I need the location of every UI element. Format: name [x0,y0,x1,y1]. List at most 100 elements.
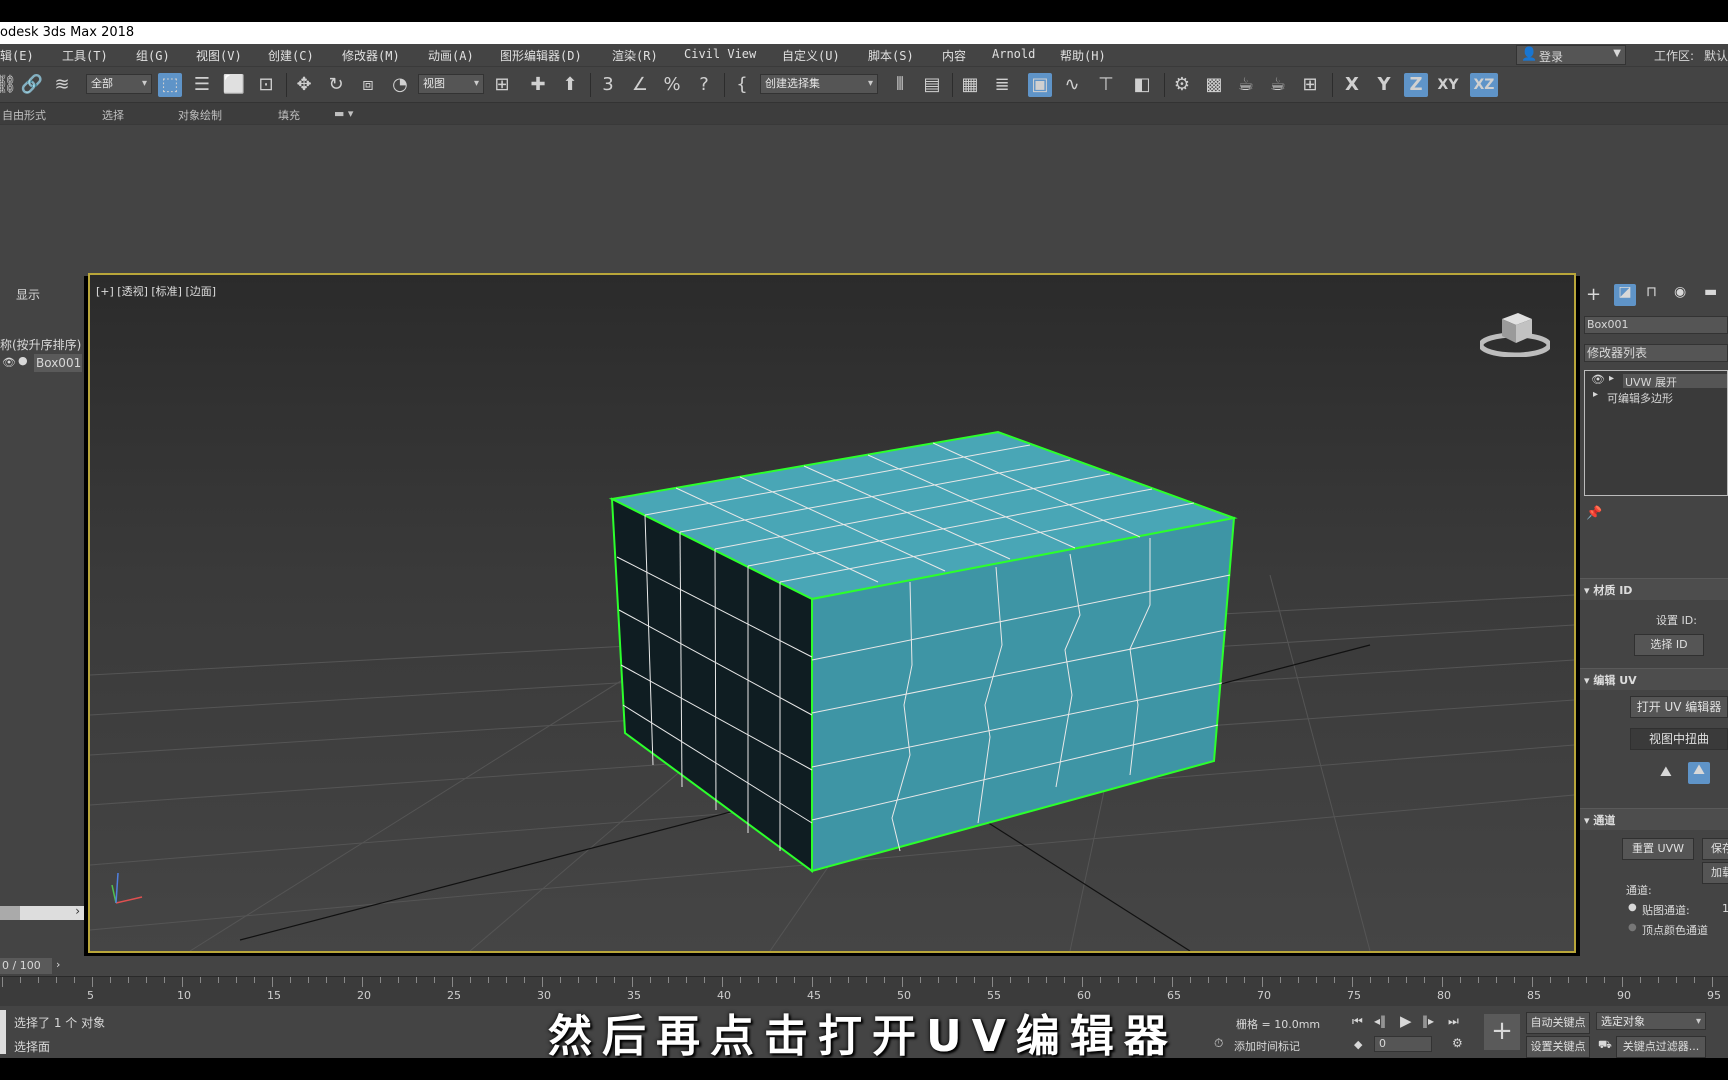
auto-key-button[interactable]: 自动关键点 [1526,1012,1590,1034]
menu-graph-editors[interactable]: 图形编辑器(D) [500,47,582,64]
place-icon[interactable]: ◔ [388,73,412,97]
rectangular-selection-icon[interactable]: ⬜ [222,73,246,97]
rollout-edit-uv[interactable]: ▾ 编辑 UV [1580,668,1728,690]
mirror-icon[interactable]: ⫴ [888,73,912,97]
ribbon-tab-freeform[interactable]: 自由形式 [2,107,46,123]
quick-peel-icon[interactable]: ⛰ [1660,764,1672,780]
chevron-right-icon[interactable]: › [56,958,60,971]
menu-create[interactable]: 创建(C) [268,47,314,64]
window-crossing-icon[interactable]: ⊡ [254,73,278,97]
scene-explorer-icon[interactable]: ▦ [958,73,982,97]
menu-arnold[interactable]: Arnold [992,47,1035,61]
perspective-viewport[interactable]: [+] [透视] [标准] [边面] [88,273,1576,953]
menu-edit[interactable]: 辑(E) [0,47,34,64]
axis-z-button[interactable]: Z [1404,73,1428,97]
quick-planar-map-icon[interactable]: ⛰ [1688,762,1710,784]
scene-explorer-scrollbar[interactable]: › [0,904,84,920]
map-channel-value[interactable]: 1 [1722,902,1728,915]
workspace-value[interactable]: 默认 [1704,47,1728,64]
axis-x-button[interactable]: X [1340,73,1364,97]
key-filter-icon[interactable]: ⛟ [1598,1038,1612,1053]
align-icon[interactable]: ▤ [920,73,944,97]
load-button[interactable]: 加载 [1702,862,1728,884]
material-editor-icon[interactable]: ◧ [1130,73,1154,97]
select-object-icon[interactable]: ⬚ [158,73,182,97]
curve-editor-icon[interactable]: ∿ [1060,73,1084,97]
axis-xz-button[interactable]: XZ [1470,73,1498,97]
open-uv-editor-button[interactable]: 打开 UV 编辑器 [1630,696,1728,718]
display-tab-icon[interactable]: ▬ [1704,284,1717,300]
select-id-button[interactable]: 选择 ID [1634,634,1704,656]
stack-item-editable-poly[interactable]: ▸ 可编辑多边形 [1585,389,1727,405]
menu-views[interactable]: 视图(V) [196,47,242,64]
scene-explorer-sort-header[interactable]: 称(按升序排序) [0,336,81,353]
eye-icon[interactable]: 👁 [1591,373,1605,386]
save-button[interactable]: 保存 [1702,838,1728,860]
current-frame-field[interactable]: 0 [1374,1036,1432,1052]
ribbon-tab-object-paint[interactable]: 对象绘制 [178,107,222,123]
scene-object-box001[interactable]: Box001 [34,354,82,372]
keyboard-shortcut-icon[interactable]: ⬆ [558,73,582,97]
menu-rendering[interactable]: 渲染(R) [612,47,658,64]
rendered-frame-window-icon[interactable]: ▩ [1202,73,1226,97]
stack-tools-row[interactable]: 📌 [1586,506,1728,524]
play-icon[interactable]: ▶ [1400,1012,1412,1030]
expand-arrow-icon[interactable]: ▸ [1593,389,1598,400]
go-to-start-icon[interactable]: ⏮ [1352,1014,1363,1029]
render-iterative-icon[interactable]: ☕ [1266,73,1290,97]
set-key-big-button[interactable]: + [1484,1014,1520,1050]
manipulate-icon[interactable]: ✚ [526,73,550,97]
layer-explorer-icon[interactable]: ≣ [990,73,1014,97]
tweak-in-view-button[interactable]: 视图中扭曲 [1630,728,1728,750]
axis-y-button[interactable]: Y [1372,73,1396,97]
menu-tools[interactable]: 工具(T) [62,47,108,64]
clock-icon[interactable]: ⏱ [1214,1036,1223,1051]
edit-named-selection-icon[interactable]: { [730,73,754,97]
menu-customize[interactable]: 自定义(U) [782,47,840,64]
bind-spacewarp-icon[interactable]: ≋ [50,73,74,97]
create-tab-icon[interactable]: + [1586,284,1601,305]
move-icon[interactable]: ✥ [292,73,316,97]
object-name-field[interactable]: Box001 [1584,316,1728,334]
axis-xy-button[interactable]: XY [1436,73,1460,97]
named-selection-set-dropdown[interactable]: 创建选择集 [760,74,878,94]
rotate-icon[interactable]: ↻ [324,73,348,97]
menu-modifiers[interactable]: 修改器(M) [342,47,400,64]
frame-spinner-icon[interactable]: ◆ [1354,1038,1362,1051]
pin-stack-icon[interactable]: 📌 [1586,506,1612,521]
previous-frame-icon[interactable]: ◂‖ [1374,1014,1386,1028]
modifier-stack[interactable]: 👁 ▸ UVW 展开 ▸ 可编辑多边形 [1584,370,1728,496]
add-time-tag[interactable]: 添加时间标记 [1234,1038,1300,1054]
next-frame-icon[interactable]: ‖▸ [1422,1014,1434,1028]
radio-vertex-color[interactable]: ● [1628,922,1637,933]
selected-object-dropdown[interactable]: 选定对象 [1596,1012,1706,1031]
hierarchy-tab-icon[interactable]: ⊓ [1646,284,1657,300]
scene-explorer-display-tab[interactable]: 显示 [16,286,40,303]
menu-help[interactable]: 帮助(H) [1060,47,1106,64]
scale-icon[interactable]: ⧈ [356,73,380,97]
radio-map-channel[interactable]: ● [1628,902,1637,913]
ribbon-tab-populate[interactable]: 填充 [278,107,300,123]
selection-filter-dropdown[interactable]: 全部 [86,74,152,94]
menu-group[interactable]: 组(G) [136,47,170,64]
time-slider-thumb[interactable]: 0 / 100 [0,958,52,974]
expand-arrow-icon[interactable]: ▸ [1609,373,1614,384]
menu-animation[interactable]: 动画(A) [428,47,474,64]
render-in-cloud-icon[interactable]: ⊞ [1298,73,1322,97]
select-by-name-icon[interactable]: ☰ [190,73,214,97]
viewcube-icon[interactable] [1478,305,1552,358]
angle-snap-icon[interactable]: ∠ [628,73,652,97]
link-icon[interactable]: 🔗 [20,73,44,97]
time-config-icon[interactable]: ⚙ [1452,1036,1463,1050]
reset-uvw-button[interactable]: 重置 UVW [1622,838,1694,860]
toggle-ribbon-icon[interactable]: ▣ [1028,73,1052,97]
percent-snap-icon[interactable]: % [660,73,684,97]
box001-mesh[interactable] [608,430,1238,873]
spinner-snap-icon[interactable]: ? [692,73,716,97]
menu-civil-view[interactable]: Civil View [684,47,756,61]
set-key-button[interactable]: 设置关键点 [1526,1036,1590,1058]
modify-tab-icon[interactable]: ◪ [1614,284,1636,306]
pivot-center-icon[interactable]: ⊞ [490,73,514,97]
render-setup-icon[interactable]: ⚙ [1170,73,1194,97]
login-dropdown[interactable]: 👤 登录 ▼ [1516,45,1626,65]
